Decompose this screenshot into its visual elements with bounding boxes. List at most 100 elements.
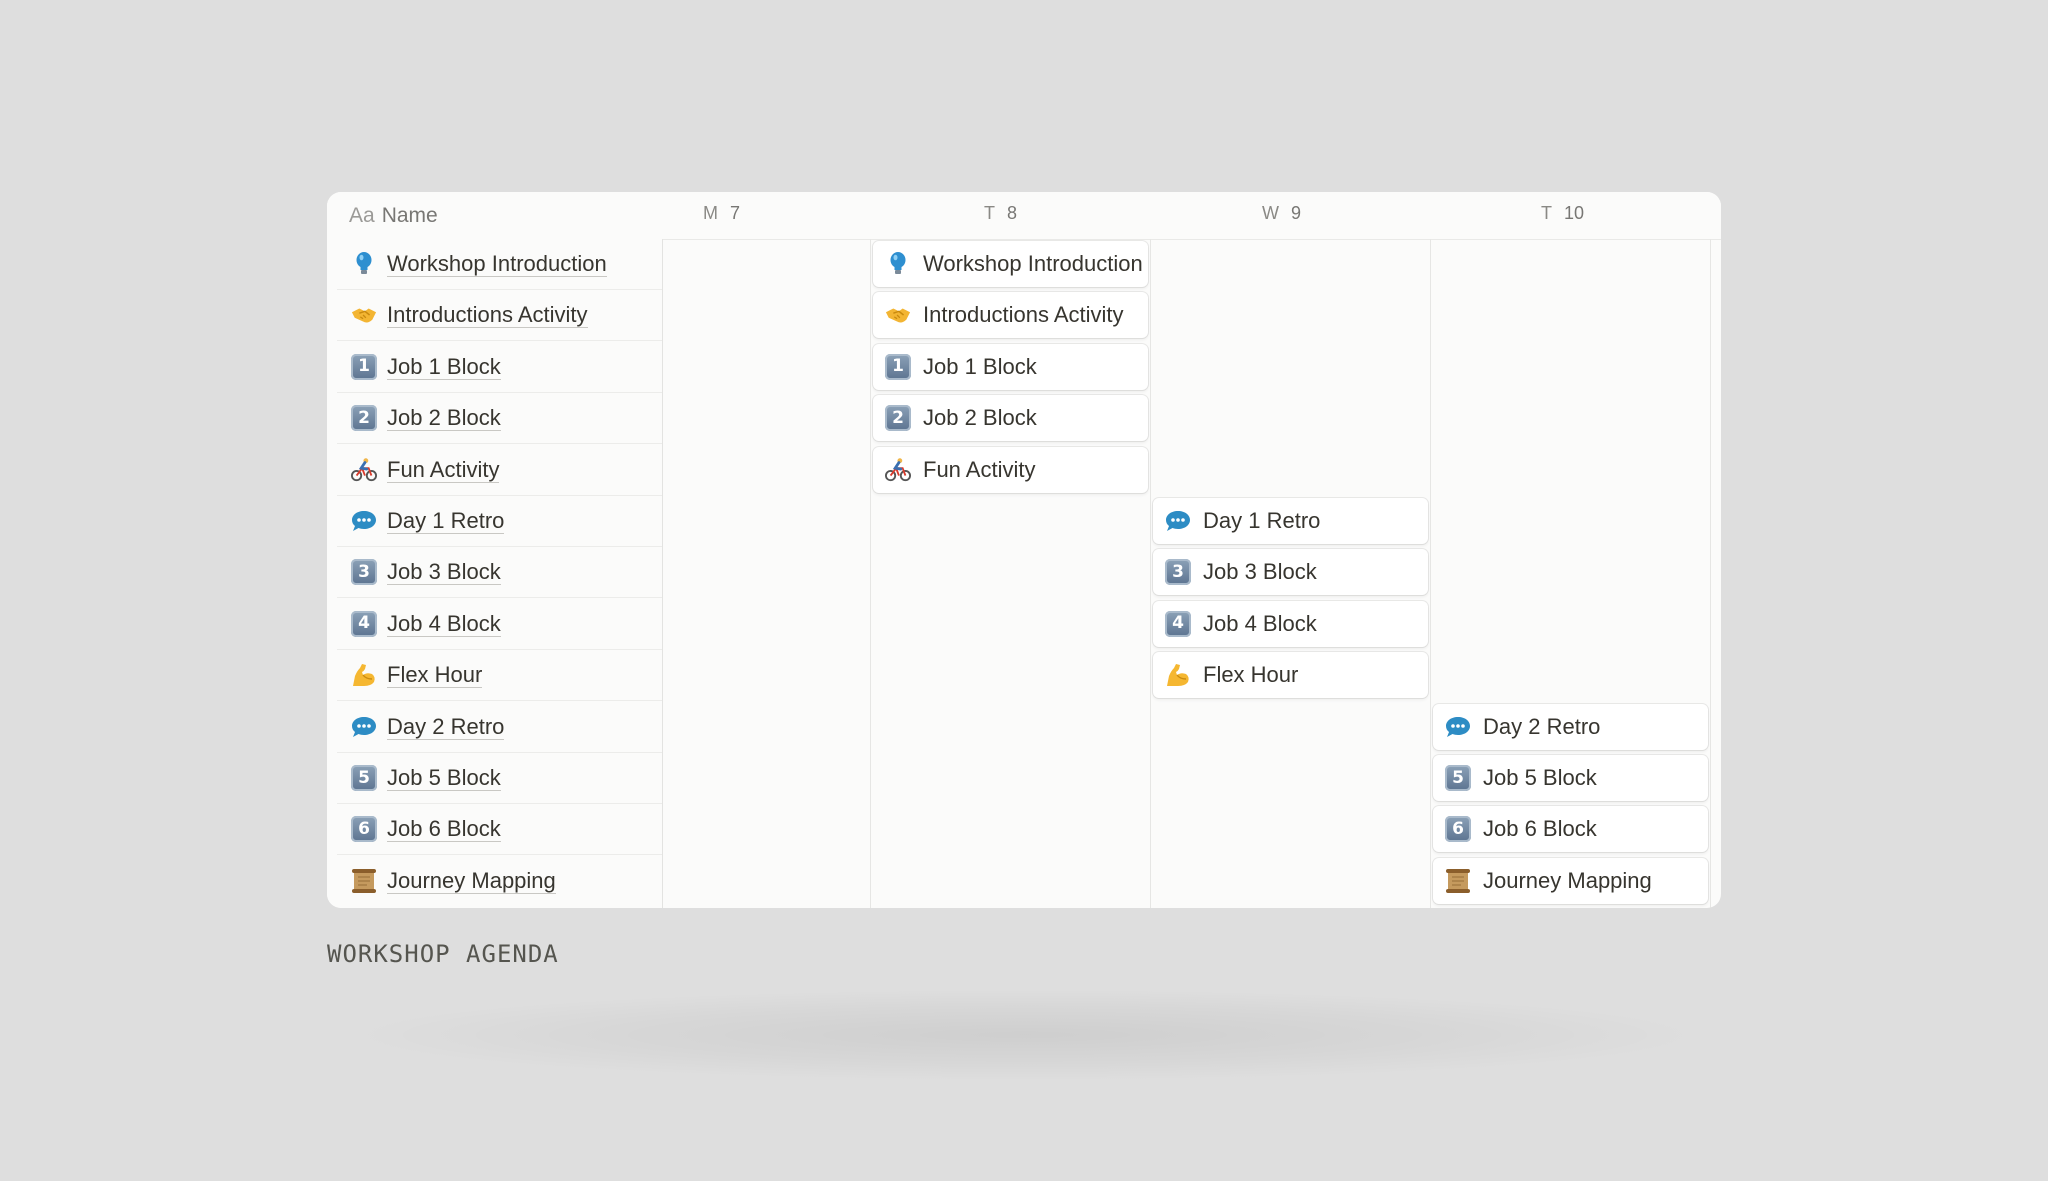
- timeline-event[interactable]: 3 Job 3 Block: [1153, 549, 1428, 596]
- event-label: Job 3 Block: [1203, 559, 1317, 585]
- speech-bubble-icon: [351, 508, 377, 534]
- list-item[interactable]: 3 Job 3 Block: [337, 547, 662, 599]
- flexed-biceps-icon: [351, 662, 377, 688]
- handshake-icon: [351, 302, 377, 328]
- list-item[interactable]: Day 2 Retro: [337, 702, 662, 753]
- item-label: Job 4 Block: [387, 610, 501, 637]
- speech-bubble-icon: [1165, 508, 1191, 534]
- scroll-icon: [351, 868, 377, 894]
- item-label: Flex Hour: [387, 662, 483, 689]
- list-item[interactable]: 5 Job 5 Block: [337, 753, 662, 804]
- event-label: Introductions Activity: [923, 302, 1124, 328]
- event-label: Job 4 Block: [1203, 610, 1317, 636]
- flexed-biceps-icon: [1165, 662, 1191, 688]
- day-number: 9: [1291, 203, 1302, 223]
- item-label: Journey Mapping: [387, 868, 556, 895]
- day-number: 7: [730, 203, 741, 223]
- name-column-header[interactable]: Aa Name: [349, 192, 438, 239]
- item-label: Day 1 Retro: [387, 508, 505, 534]
- timeline-event[interactable]: Introductions Activity: [873, 292, 1148, 339]
- keycap-4-icon: 4: [351, 610, 377, 637]
- keycap-5-icon: 5: [351, 765, 377, 791]
- timeline-event[interactable]: Workshop Introduction: [873, 241, 1148, 287]
- keycap-6-icon: 6: [1445, 816, 1471, 843]
- cyclist-icon: [885, 457, 911, 483]
- keycap-3-icon: 3: [351, 559, 377, 586]
- name-column-label: Name: [381, 204, 438, 227]
- timeline-header: Aa Name M7 T8 W9 T 10: [327, 192, 1721, 240]
- item-label: Fun Activity: [387, 456, 500, 483]
- item-label: Job 6 Block: [387, 816, 501, 843]
- day-header-tue: T8: [984, 192, 1017, 235]
- day-header-mon: M7: [703, 192, 740, 235]
- day-header-wed: W9: [1262, 192, 1301, 235]
- item-label: Day 2 Retro: [387, 713, 505, 740]
- timeline-card: Aa Name M7 T8 W9 T 10 Workshop Introductio…: [327, 192, 1721, 908]
- event-label: Day 2 Retro: [1483, 713, 1601, 739]
- event-label: Job 6 Block: [1483, 816, 1597, 842]
- item-label: Job 5 Block: [387, 765, 501, 791]
- timeline-event[interactable]: Fun Activity: [873, 446, 1148, 493]
- keycap-1-icon: 1: [885, 353, 911, 380]
- day-header-thu: T 10: [1541, 192, 1584, 235]
- list-item[interactable]: 6 Job 6 Block: [337, 804, 662, 856]
- event-label: Flex Hour: [1203, 662, 1299, 688]
- day-number: 8: [1007, 203, 1018, 223]
- text-property-icon: Aa: [349, 204, 375, 227]
- keycap-2-icon: 2: [885, 405, 911, 432]
- day-letter: W: [1262, 203, 1279, 223]
- cyclist-icon: [351, 457, 377, 483]
- timeline-event[interactable]: 1 Job 1 Block: [873, 343, 1148, 390]
- event-label: Day 1 Retro: [1203, 508, 1321, 533]
- list-item[interactable]: Introductions Activity: [337, 290, 662, 342]
- list-item[interactable]: Journey Mapping: [337, 856, 662, 907]
- day-letter: M: [703, 203, 718, 223]
- list-item[interactable]: Fun Activity: [337, 445, 662, 496]
- item-label: Job 1 Block: [387, 353, 501, 380]
- timeline-event[interactable]: 5 Job 5 Block: [1433, 755, 1708, 801]
- keycap-5-icon: 5: [1445, 765, 1471, 791]
- timeline-event[interactable]: Day 1 Retro: [1153, 498, 1428, 544]
- timeline-event[interactable]: Journey Mapping: [1433, 857, 1708, 904]
- keycap-6-icon: 6: [351, 816, 377, 843]
- timeline-event[interactable]: 4 Job 4 Block: [1153, 600, 1428, 647]
- item-label: Job 2 Block: [387, 405, 501, 432]
- timeline-event[interactable]: 2 Job 2 Block: [873, 395, 1148, 442]
- day-divider: [1430, 239, 1431, 908]
- list-item[interactable]: Workshop Introduction: [337, 239, 662, 290]
- event-label: Fun Activity: [923, 456, 1036, 482]
- event-label: Job 5 Block: [1483, 765, 1597, 790]
- timeline-event[interactable]: Day 2 Retro: [1433, 703, 1708, 750]
- keycap-2-icon: 2: [351, 405, 377, 432]
- name-list: Workshop Introduction Introductions Activ…: [327, 239, 663, 908]
- day-divider: [1710, 239, 1711, 908]
- event-label: Journey Mapping: [1483, 867, 1652, 893]
- page-caption: WORKSHOP AGENDA: [327, 940, 559, 968]
- keycap-3-icon: 3: [1165, 559, 1191, 586]
- card-shadow: [360, 990, 1690, 1080]
- item-label: Job 3 Block: [387, 559, 501, 586]
- list-item[interactable]: 4 Job 4 Block: [337, 599, 662, 650]
- item-label: Introductions Activity: [387, 302, 588, 329]
- speech-bubble-icon: [1445, 714, 1471, 740]
- event-label: Workshop Introduction: [923, 251, 1143, 276]
- item-label: Workshop Introduction: [387, 251, 607, 277]
- scroll-icon: [1445, 868, 1471, 894]
- event-label: Job 1 Block: [923, 353, 1037, 379]
- timeline-event[interactable]: 6 Job 6 Block: [1433, 806, 1708, 853]
- timeline-event[interactable]: Flex Hour: [1153, 652, 1428, 699]
- day-letter: T: [984, 203, 995, 223]
- keycap-1-icon: 1: [351, 353, 377, 380]
- event-label: Job 2 Block: [923, 405, 1037, 431]
- list-item[interactable]: Day 1 Retro: [337, 496, 662, 547]
- day-divider: [1150, 239, 1151, 908]
- list-item[interactable]: Flex Hour: [337, 650, 662, 702]
- list-item[interactable]: 1 Job 1 Block: [337, 342, 662, 393]
- list-item[interactable]: 2 Job 2 Block: [337, 393, 662, 445]
- day-number: 10: [1564, 203, 1585, 223]
- lightbulb-icon: [885, 251, 911, 277]
- lightbulb-icon: [351, 251, 377, 277]
- day-divider: [870, 239, 871, 908]
- speech-bubble-icon: [351, 714, 377, 740]
- keycap-4-icon: 4: [1165, 610, 1191, 637]
